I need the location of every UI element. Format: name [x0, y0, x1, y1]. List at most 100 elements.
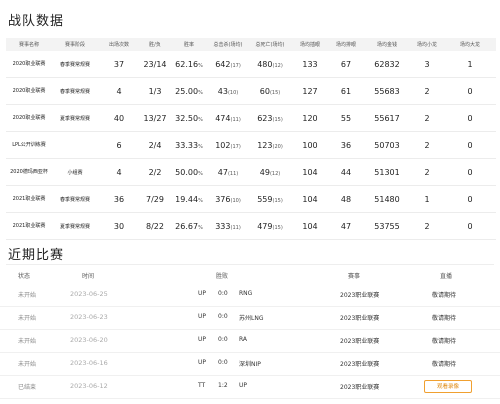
deaths-avg: 15 — [274, 116, 281, 123]
stats-header-row: 赛事名称 赛事阶段 出场次数 胜/负 胜率 总击杀(场均) 总死亡(场均) 场均… — [6, 38, 496, 51]
avg-gold: 55683 — [374, 86, 400, 96]
wins-losses: 2/4 — [148, 140, 162, 150]
coming-soon-label: 敬请期待 — [432, 292, 457, 299]
win-rate: 26.67 — [175, 221, 199, 231]
appearances: 4 — [116, 86, 122, 96]
avg-dragons: 2 — [424, 113, 430, 123]
event-name: 2020职业联赛 — [12, 115, 46, 121]
win-rate: 33.33 — [175, 140, 199, 150]
total-kills: 642 — [215, 59, 231, 69]
wins-losses: 13/27 — [143, 113, 167, 123]
match-score: 0:0 — [218, 359, 228, 366]
avg-dragons: 2 — [424, 221, 430, 231]
avg-gold: 51480 — [374, 194, 400, 204]
total-kills: 47 — [217, 167, 228, 177]
col-header: 赛事阶段 — [52, 38, 98, 51]
total-kills: 43 — [217, 86, 228, 96]
avg-gold: 50703 — [374, 140, 400, 150]
total-kills: 376 — [215, 194, 231, 204]
col-header-league: 赛事 — [348, 273, 361, 280]
col-header: 胜率 — [170, 38, 208, 51]
col-header-result: 胜败 — [216, 273, 229, 280]
avg-ward-clears: 36 — [340, 140, 352, 150]
avg-wards: 133 — [302, 59, 318, 69]
deaths-avg: 15 — [271, 89, 279, 96]
win-rate: 25.00 — [175, 86, 199, 96]
avg-gold: 51301 — [374, 167, 400, 177]
appearances: 36 — [113, 194, 125, 204]
avg-barons: 0 — [467, 167, 473, 177]
avg-barons: 0 — [467, 86, 473, 96]
appearances: 37 — [113, 59, 125, 69]
match-score: 0:0 — [218, 336, 228, 343]
opponent-name: RNG — [239, 290, 253, 297]
deaths-avg: 12 — [274, 62, 281, 69]
wins-losses: 8/22 — [146, 221, 164, 231]
avg-wards: 104 — [302, 221, 318, 231]
col-header: 胜/负 — [140, 38, 170, 51]
kills-avg: 17 — [232, 62, 239, 69]
recent-header-row: 状态 时间 胜败 赛事 直播 — [0, 269, 500, 283]
match-status: 未开始 — [18, 338, 37, 345]
avg-ward-clears: 44 — [340, 167, 352, 177]
avg-wards: 120 — [302, 113, 318, 123]
col-header-status: 状态 — [18, 273, 31, 280]
match-score: 0:0 — [218, 290, 228, 297]
wins-losses: 1/3 — [148, 86, 162, 96]
event-name: 2020德玛西亚杯 — [10, 169, 48, 175]
appearances: 30 — [113, 221, 125, 231]
total-deaths: 479 — [257, 221, 273, 231]
match-status: 已结束 — [18, 384, 37, 391]
coming-soon-label: 敬请期待 — [432, 315, 457, 322]
total-deaths: 559 — [257, 194, 273, 204]
stats-row: 2020职业联赛 春季赛常规赛 37 23/14 62.16% 642(17) 480(12… — [6, 51, 496, 78]
match-league: 2023职业联赛 — [340, 315, 380, 322]
avg-gold: 55617 — [374, 113, 400, 123]
match-row: 未开始 2023-06-16 UP 0:0 深圳NIP 2023职业联赛 敬请期待 — [0, 353, 500, 376]
match-status: 未开始 — [18, 292, 37, 299]
appearances: 40 — [113, 113, 125, 123]
event-stage: 春季赛常规赛 — [59, 61, 90, 68]
wins-losses: 7/29 — [146, 194, 164, 204]
event-stage: 夏季赛常规赛 — [59, 115, 90, 122]
stats-section-title: 战队数据 — [8, 14, 65, 29]
wins-losses: 2/2 — [148, 167, 162, 177]
avg-dragons: 2 — [424, 140, 430, 150]
total-deaths: 480 — [257, 59, 273, 69]
total-kills: 102 — [215, 140, 231, 150]
avg-dragons: 2 — [424, 167, 430, 177]
col-header: 出场次数 — [98, 38, 140, 51]
deaths-avg: 15 — [274, 224, 281, 231]
kills-avg: 11 — [229, 170, 237, 177]
avg-ward-clears: 61 — [340, 86, 352, 96]
win-rate: 50.00 — [175, 167, 199, 177]
avg-ward-clears: 55 — [340, 113, 352, 123]
avg-wards: 100 — [302, 140, 318, 150]
avg-barons: 0 — [467, 194, 473, 204]
avg-ward-clears: 48 — [340, 194, 352, 204]
deaths-avg: 12 — [271, 170, 279, 177]
event-stage: 小组赛 — [67, 169, 83, 176]
kills-avg: 10 — [232, 197, 239, 204]
col-header: 场均大龙 — [444, 38, 496, 51]
avg-wards: 104 — [302, 194, 318, 204]
avg-barons: 0 — [467, 140, 473, 150]
event-name: LPL公开训练赛 — [12, 142, 46, 148]
watch-replay-button[interactable]: 观看录像 — [424, 380, 472, 393]
coming-soon-label: 敬请期待 — [432, 361, 457, 368]
kills-avg: 10 — [229, 89, 237, 96]
team-stats-table: 赛事名称 赛事阶段 出场次数 胜/负 胜率 总击杀(场均) 总死亡(场均) 场均… — [6, 38, 496, 240]
win-rate: 32.50 — [175, 113, 199, 123]
team-name: UP — [198, 359, 207, 366]
match-league: 2023职业联赛 — [340, 292, 380, 299]
opponent-name: 苏州LNG — [239, 315, 264, 322]
avg-dragons: 2 — [424, 86, 430, 96]
event-name: 2021职业联赛 — [12, 223, 46, 229]
avg-gold: 62832 — [374, 59, 400, 69]
team-name: UP — [198, 336, 207, 343]
event-stage: 夏季赛常规赛 — [59, 223, 90, 230]
event-name: 2021职业联赛 — [12, 196, 46, 202]
match-time: 2023-06-23 — [70, 313, 108, 321]
opponent-name: UP — [239, 382, 248, 389]
avg-ward-clears: 47 — [340, 221, 352, 231]
